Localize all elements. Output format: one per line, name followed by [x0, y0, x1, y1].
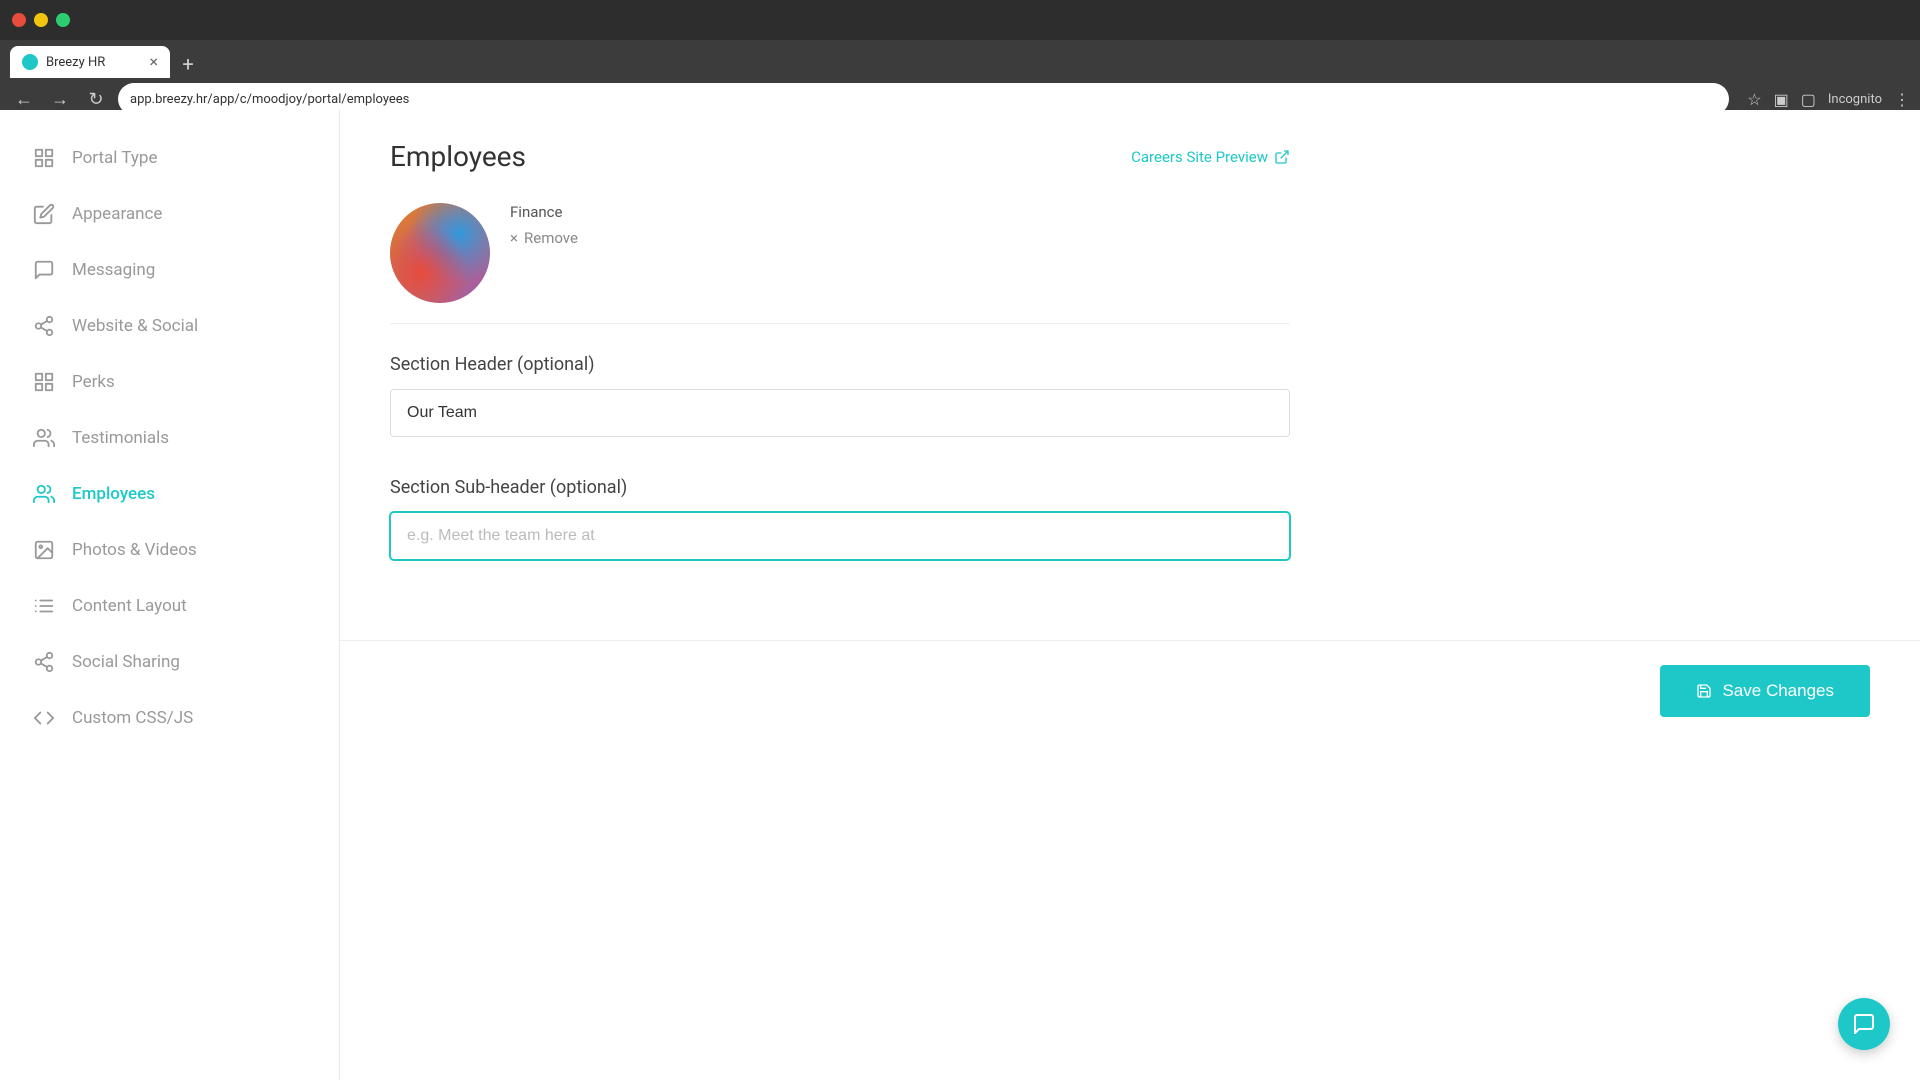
save-changes-label: Save Changes	[1722, 681, 1834, 701]
browser-actions: ☆ ▣ ▢ Incognito ⋮	[1747, 90, 1910, 109]
section-header-form: Section Header (optional)	[390, 354, 1290, 437]
browser-tabs: Breezy HR × +	[0, 40, 1920, 78]
window-close-button[interactable]	[12, 13, 26, 27]
website-social-icon	[30, 312, 58, 340]
sidebar-item-photos-videos[interactable]: Photos & Videos	[0, 522, 339, 578]
bookmark-icon[interactable]: ☆	[1747, 90, 1761, 109]
menu-icon[interactable]: ⋮	[1894, 90, 1910, 109]
section-subheader-input[interactable]	[390, 512, 1290, 560]
app-layout: Portal Type Appearance Messaging Website…	[0, 110, 1920, 1080]
content-panel: Employees Careers Site Preview Finance ×…	[340, 110, 1340, 630]
refresh-button[interactable]: ↻	[82, 85, 110, 113]
main-content: Employees Careers Site Preview Finance ×…	[340, 110, 1920, 1080]
employees-icon	[30, 480, 58, 508]
sidebar-label-custom-css: Custom CSS/JS	[72, 708, 193, 728]
url-text: app.breezy.hr/app/c/moodjoy/portal/emplo…	[130, 92, 409, 107]
social-sharing-icon	[30, 648, 58, 676]
sidebar-item-custom-css[interactable]: Custom CSS/JS	[0, 690, 339, 746]
sidebar-item-website-social[interactable]: Website & Social	[0, 298, 339, 354]
remove-x: ×	[510, 229, 518, 247]
page-title: Employees	[390, 140, 526, 173]
content-layout-icon	[30, 592, 58, 620]
new-tab-button[interactable]: +	[174, 50, 202, 78]
section-header-label: Section Header (optional)	[390, 354, 1290, 375]
sidebar-label-social-sharing: Social Sharing	[72, 652, 180, 672]
window-minimize-button[interactable]	[34, 13, 48, 27]
sidebar-label-content-layout: Content Layout	[72, 596, 187, 616]
sidebar-label-photos-videos: Photos & Videos	[72, 540, 197, 560]
sidebar-item-perks[interactable]: Perks	[0, 354, 339, 410]
remove-label: Remove	[524, 229, 578, 247]
browser-chrome: Breezy HR × + ← → ↻ app.breezy.hr/app/c/…	[0, 0, 1920, 110]
back-button[interactable]: ←	[10, 85, 38, 113]
sidebar-label-website-social: Website & Social	[72, 316, 198, 336]
sidebar-label-messaging: Messaging	[72, 260, 155, 280]
window-controls	[12, 13, 70, 27]
forward-button[interactable]: →	[46, 85, 74, 113]
active-tab[interactable]: Breezy HR ×	[10, 46, 170, 78]
section-header-input[interactable]	[390, 389, 1290, 437]
sidebar-item-testimonials[interactable]: Testimonials	[0, 410, 339, 466]
sidebar-label-employees: Employees	[72, 484, 155, 504]
sidebar-item-social-sharing[interactable]: Social Sharing	[0, 634, 339, 690]
sidebar-item-appearance[interactable]: Appearance	[0, 186, 339, 242]
image-label: Finance	[510, 203, 578, 221]
testimonials-icon	[30, 424, 58, 452]
window-maximize-button[interactable]	[56, 13, 70, 27]
sidebar-label-portal-type: Portal Type	[72, 148, 157, 168]
portal-type-icon	[30, 144, 58, 172]
custom-css-icon	[30, 704, 58, 732]
save-area: Save Changes	[340, 640, 1920, 741]
messaging-icon	[30, 256, 58, 284]
photos-videos-icon	[30, 536, 58, 564]
image-card: Finance × Remove	[390, 203, 1290, 324]
sidebar-label-appearance: Appearance	[72, 204, 162, 224]
browser-top-bar	[0, 0, 1920, 40]
sidebar: Portal Type Appearance Messaging Website…	[0, 110, 340, 1080]
sidebar-item-content-layout[interactable]: Content Layout	[0, 578, 339, 634]
sidebar-label-testimonials: Testimonials	[72, 428, 169, 448]
preview-link-text: Careers Site Preview	[1131, 148, 1268, 166]
image-info: Finance × Remove	[510, 203, 578, 247]
section-subheader-label: Section Sub-header (optional)	[390, 477, 1290, 498]
save-changes-button[interactable]: Save Changes	[1660, 665, 1870, 717]
page-header: Employees Careers Site Preview	[390, 140, 1290, 173]
extensions-icon[interactable]: ▣	[1774, 90, 1789, 109]
perks-icon	[30, 368, 58, 396]
remove-button[interactable]: × Remove	[510, 229, 578, 247]
tab-title: Breezy HR	[46, 55, 105, 70]
sidebar-item-portal-type[interactable]: Portal Type	[0, 130, 339, 186]
section-subheader-form: Section Sub-header (optional)	[390, 477, 1290, 560]
tab-favicon	[22, 54, 38, 70]
appearance-icon	[30, 200, 58, 228]
sidebar-item-messaging[interactable]: Messaging	[0, 242, 339, 298]
profile-icon[interactable]: ▢	[1801, 90, 1816, 109]
incognito-label: Incognito	[1828, 92, 1882, 107]
sidebar-label-perks: Perks	[72, 372, 115, 392]
chat-support-button[interactable]	[1838, 998, 1890, 1050]
team-image-inner	[390, 203, 490, 303]
team-image	[390, 203, 490, 303]
tab-close-button[interactable]: ×	[149, 54, 158, 70]
careers-site-preview-link[interactable]: Careers Site Preview	[1131, 148, 1290, 166]
sidebar-item-employees[interactable]: Employees	[0, 466, 339, 522]
